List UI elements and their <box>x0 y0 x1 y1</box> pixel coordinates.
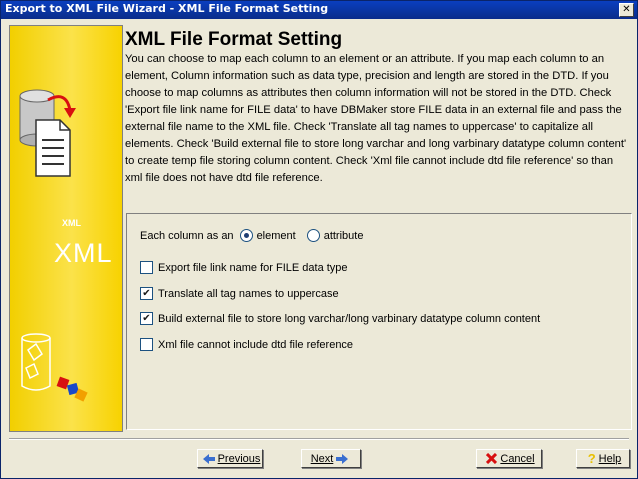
sidebar-illustration <box>19 89 88 402</box>
next-button[interactable]: Next <box>301 449 361 468</box>
window-title: Export to XML File Wizard - XML File For… <box>5 2 329 15</box>
page-description: You can choose to map each column to an … <box>125 53 627 184</box>
xml-logo-large: XML <box>54 238 113 268</box>
jar-icon <box>21 333 51 391</box>
build-external-file-label[interactable]: Build external file to store long varcha… <box>158 313 540 325</box>
column-mapping-row: Each column as an element attribute <box>140 229 363 242</box>
build-external-file-checkbox[interactable]: ✔ <box>140 312 153 325</box>
footer-separator <box>9 438 629 440</box>
no-dtd-reference-checkbox[interactable] <box>140 338 153 351</box>
element-radio-label[interactable]: element <box>257 230 296 242</box>
cancel-button[interactable]: Cancel <box>476 449 542 468</box>
left-arrow-icon <box>202 453 215 464</box>
attribute-radio[interactable] <box>306 229 320 242</box>
export-file-link-option[interactable]: Export file link name for FILE data type <box>140 261 348 274</box>
previous-button[interactable]: Previous <box>197 449 263 468</box>
translate-uppercase-checkbox[interactable]: ✔ <box>140 287 153 300</box>
right-arrow-icon <box>336 453 349 464</box>
title-bar[interactable]: Export to XML File Wizard - XML File For… <box>1 1 637 19</box>
no-dtd-reference-option[interactable]: Xml file cannot include dtd file referen… <box>140 338 353 351</box>
xml-blocks-icon <box>56 376 88 402</box>
no-dtd-reference-label[interactable]: Xml file cannot include dtd file referen… <box>158 339 353 351</box>
close-button[interactable]: ✕ <box>619 3 634 17</box>
options-panel: Each column as an element attribute Expo… <box>126 213 632 430</box>
page-title: XML File Format Setting <box>125 29 343 50</box>
element-radio[interactable] <box>239 229 253 242</box>
document-icon <box>35 119 71 177</box>
column-mapping-label: Each column as an <box>140 229 234 242</box>
translate-uppercase-option[interactable]: ✔ Translate all tag names to uppercase <box>140 287 339 300</box>
export-file-link-label[interactable]: Export file link name for FILE data type <box>158 262 348 274</box>
translate-uppercase-label[interactable]: Translate all tag names to uppercase <box>158 288 339 300</box>
help-button[interactable]: ? Help <box>576 449 630 468</box>
wizard-window: Export to XML File Wizard - XML File For… <box>0 0 638 479</box>
xml-logo-small: XML <box>62 218 81 228</box>
question-mark-icon: ? <box>587 451 596 466</box>
build-external-file-option[interactable]: ✔ Build external file to store long varc… <box>140 312 540 325</box>
attribute-radio-label[interactable]: attribute <box>324 230 364 242</box>
export-file-link-checkbox[interactable] <box>140 261 153 274</box>
wizard-sidebar-banner: XML XML <box>9 25 123 432</box>
red-x-icon <box>486 453 498 464</box>
